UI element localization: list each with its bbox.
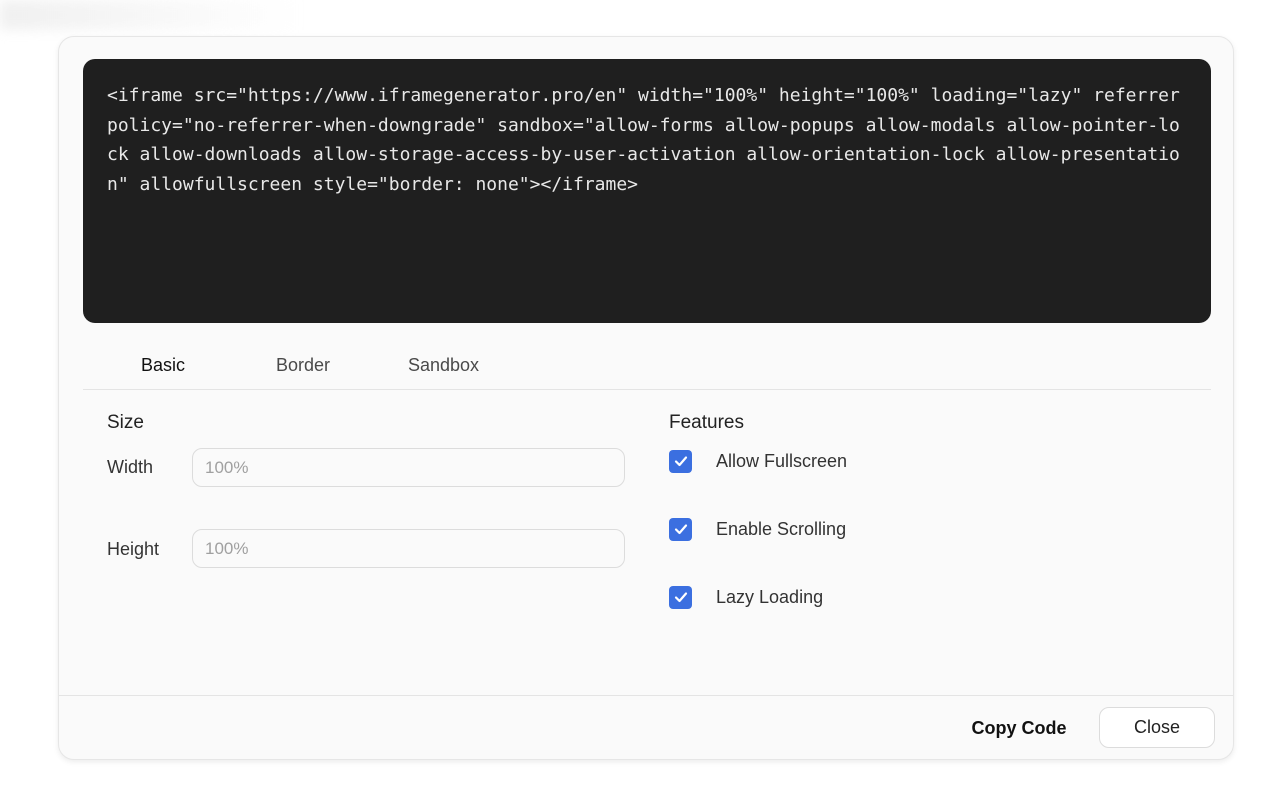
height-input[interactable] <box>192 529 625 568</box>
enable-scrolling-checkbox[interactable] <box>669 517 692 541</box>
feature-enable-scrolling: Enable Scrolling <box>669 517 846 541</box>
checkmark-icon <box>674 592 687 603</box>
iframe-generator-dialog: <iframe src="https://www.iframegenerator… <box>58 36 1234 760</box>
close-button[interactable]: Close <box>1099 707 1215 748</box>
allow-fullscreen-label: Allow Fullscreen <box>716 450 848 471</box>
size-section-title: Size <box>107 412 144 433</box>
feature-lazy-loading: Lazy Loading <box>669 585 823 609</box>
background-blur <box>0 0 300 30</box>
footer-divider <box>59 695 1233 696</box>
code-output[interactable]: <iframe src="https://www.iframegenerator… <box>83 59 1211 323</box>
lazy-loading-label: Lazy Loading <box>716 586 824 607</box>
features-section-title: Features <box>669 412 744 433</box>
allow-fullscreen-checkbox[interactable] <box>669 449 692 473</box>
checkmark-icon <box>674 524 687 535</box>
width-input[interactable] <box>192 448 625 487</box>
copy-code-button[interactable]: Copy Code <box>957 707 1081 749</box>
enable-scrolling-label: Enable Scrolling <box>716 518 847 539</box>
feature-allow-fullscreen: Allow Fullscreen <box>669 449 847 473</box>
tab-basic[interactable]: Basic <box>141 355 185 376</box>
lazy-loading-checkbox[interactable] <box>669 585 692 609</box>
width-label: Width <box>107 457 154 477</box>
height-label: Height <box>107 539 160 559</box>
tab-bar: Basic Border Sandbox <box>83 347 1211 390</box>
checkmark-icon <box>674 456 687 467</box>
tab-sandbox[interactable]: Sandbox <box>408 355 479 376</box>
tab-border[interactable]: Border <box>276 355 330 376</box>
